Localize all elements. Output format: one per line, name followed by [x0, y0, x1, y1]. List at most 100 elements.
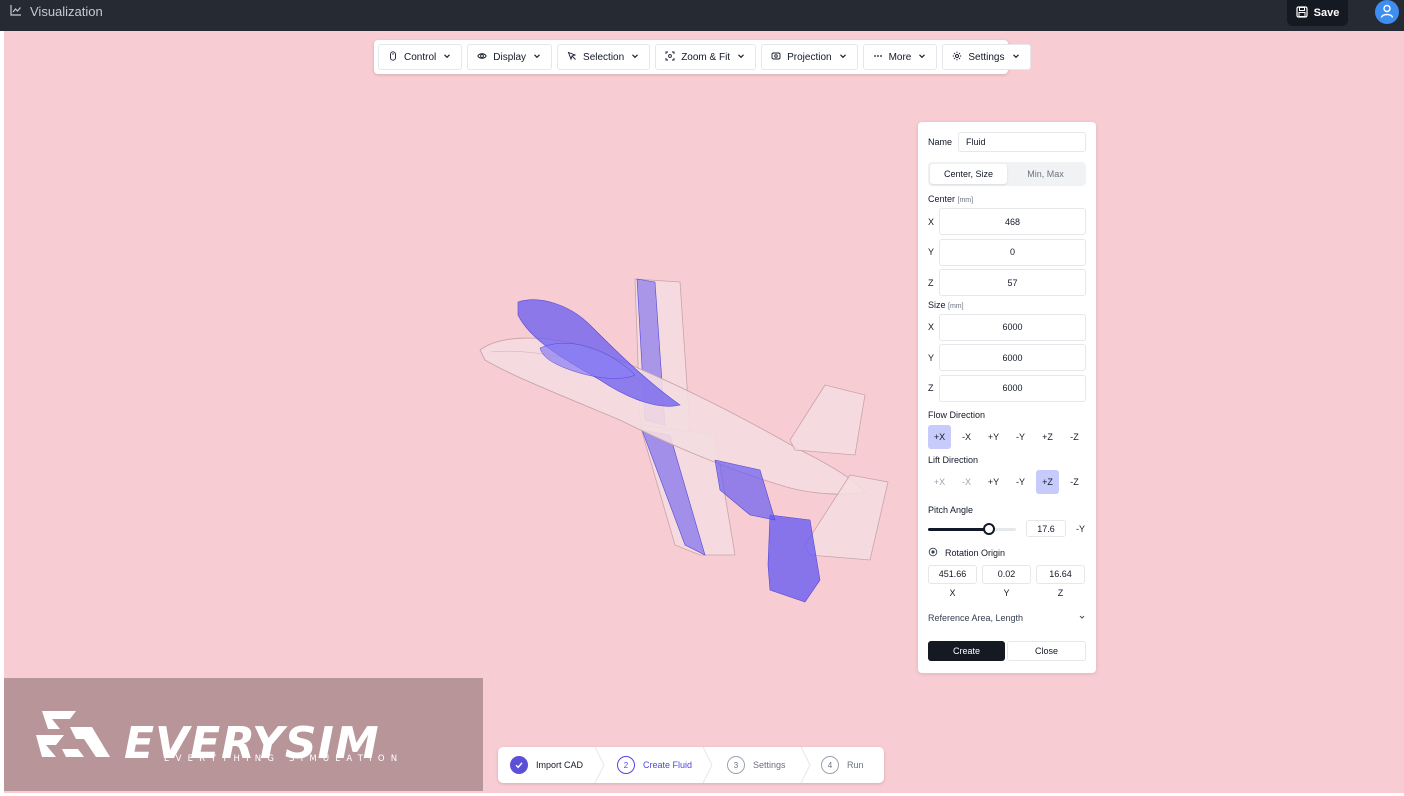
step-settings[interactable]: 3 Settings: [727, 747, 786, 783]
center-x-input[interactable]: 468: [939, 208, 1086, 235]
center-z-row: Z 57: [928, 269, 1086, 296]
flow-dir-minus-x[interactable]: -X: [955, 425, 978, 449]
lift-dir-minus-z[interactable]: -Z: [1063, 470, 1086, 494]
save-button[interactable]: Save: [1287, 0, 1348, 26]
save-label: Save: [1313, 7, 1340, 19]
view-toolbar: Control Display Selection Zoom & Fit Pro…: [374, 40, 1031, 74]
name-row: Name Fluid: [928, 132, 1086, 152]
flow-dir-minus-z[interactable]: -Z: [1063, 425, 1086, 449]
lift-dir-minus-y[interactable]: -Y: [1009, 470, 1032, 494]
close-button[interactable]: Close: [1007, 640, 1086, 661]
eye-icon: [477, 51, 487, 64]
step-create-fluid-label: Create Fluid: [643, 760, 693, 770]
selection-menu-button[interactable]: Selection: [557, 44, 651, 70]
step-create-fluid-number: 2: [617, 756, 635, 774]
center-x-label: X: [928, 216, 935, 227]
flow-dir-plus-z[interactable]: +Z: [1036, 425, 1059, 449]
selection-label: Selection: [583, 51, 625, 63]
pitch-angle-row: 17.6 -Y: [928, 519, 1086, 539]
lift-dir-minus-x: -X: [962, 476, 971, 487]
lift-dir-plus-y[interactable]: +Y: [982, 470, 1005, 494]
center-y-input[interactable]: 0: [939, 238, 1086, 266]
lift-dir-plus-z[interactable]: +Z: [1036, 469, 1059, 494]
projection-menu-button[interactable]: Projection: [761, 44, 858, 70]
pitch-slider[interactable]: [928, 522, 1016, 535]
name-input[interactable]: Fluid: [958, 132, 1086, 152]
size-x-row: X 6000: [928, 313, 1086, 341]
flow-direction-label: Flow Direction: [928, 409, 986, 420]
size-y-label: Y: [928, 352, 935, 363]
center-heading: Center [mm]: [928, 194, 1086, 204]
rotation-origin-z: 16.64 Z: [1036, 564, 1085, 598]
everysim-logo-overlay: EVERYSIM EVERYTHING SIMULATION: [4, 678, 483, 791]
lift-dir-plus-x: +X: [933, 476, 946, 487]
display-menu-button[interactable]: Display: [467, 44, 553, 70]
more-label: More: [888, 51, 912, 63]
top-bar: Visualization Save: [0, 0, 1404, 31]
rotation-origin-x-input[interactable]: 451.66: [928, 564, 977, 584]
everysim-logo-mark: [36, 711, 110, 757]
flow-dir-minus-y[interactable]: -Y: [1009, 425, 1032, 449]
display-label: Display: [493, 51, 527, 63]
size-unit: [mm]: [948, 302, 964, 310]
pitch-angle-input[interactable]: 17.6: [1026, 520, 1066, 537]
more-menu-button[interactable]: More: [862, 44, 938, 70]
size-y-input[interactable]: 6000: [939, 344, 1086, 371]
user-avatar[interactable]: [1375, 0, 1399, 24]
chevron-down-icon: [630, 51, 640, 64]
step-run[interactable]: 4 Run: [821, 747, 864, 783]
rotation-origin-label: Rotation Origin: [945, 547, 1006, 558]
rotation-origin-heading: Rotation Origin: [928, 547, 1086, 559]
step-import-cad-label: Import CAD: [536, 760, 584, 770]
center-x-row: X 468: [928, 208, 1086, 235]
fluid-settings-panel: Name Fluid Center, Size Min, Max Center …: [918, 122, 1096, 673]
size-y-row: Y 6000: [928, 344, 1086, 371]
range-mode-tabs: Center, Size Min, Max: [928, 162, 1086, 186]
logo-tagline: EVERYTHING SIMULATION: [164, 754, 404, 764]
step-create-fluid[interactable]: 2 Create Fluid: [617, 747, 692, 783]
panel-actions: Create Close: [928, 640, 1086, 661]
chevron-down-icon: [736, 51, 746, 64]
save-icon: [1296, 5, 1308, 21]
step-settings-label: Settings: [753, 760, 786, 770]
target-icon: [928, 547, 938, 559]
projection-icon: [771, 51, 781, 64]
size-z-row: Z 6000: [928, 374, 1086, 402]
app-title-text: Visualization: [30, 3, 103, 19]
step-separator-icon: [702, 747, 713, 783]
mouse-icon: [388, 50, 398, 64]
settings-menu-button[interactable]: Settings: [942, 44, 1031, 70]
ellipsis-icon: [873, 51, 883, 64]
rotation-origin-y-label: Y: [1003, 587, 1010, 598]
reference-area-toggle[interactable]: Reference Area, Length: [928, 612, 1086, 624]
rotation-origin-z-input[interactable]: 16.64: [1036, 564, 1085, 584]
size-heading: Size [mm]: [928, 300, 1086, 310]
lift-direction-label: Lift Direction: [928, 454, 979, 465]
pitch-slider-thumb[interactable]: [983, 522, 995, 535]
user-icon: [1379, 3, 1395, 22]
lift-direction-options: +X -X +Y -Y +Z -Z: [928, 469, 1086, 494]
chevron-down-icon: [838, 51, 848, 64]
tab-min-max[interactable]: Min, Max: [1007, 164, 1084, 184]
reference-area-label: Reference Area, Length: [928, 612, 1024, 623]
step-import-cad[interactable]: Import CAD: [510, 747, 583, 783]
step-settings-number: 3: [727, 756, 745, 774]
zoom-fit-menu-button[interactable]: Zoom & Fit: [655, 44, 757, 70]
chevron-down-icon: [1078, 613, 1086, 623]
check-icon: [510, 756, 528, 774]
size-z-label: Z: [928, 383, 934, 393]
size-z-input[interactable]: 6000: [939, 374, 1086, 402]
focus-icon: [665, 51, 675, 64]
flow-dir-plus-y[interactable]: +Y: [982, 425, 1005, 449]
create-button[interactable]: Create: [928, 640, 1005, 661]
flow-dir-plus-x[interactable]: +X: [928, 424, 951, 449]
control-menu-button[interactable]: Control: [378, 44, 463, 70]
tab-center-size[interactable]: Center, Size: [930, 164, 1007, 184]
size-x-input[interactable]: 6000: [939, 313, 1086, 341]
flow-direction-options: +X -X +Y -Y +Z -Z: [928, 424, 1086, 449]
rotation-origin-y-input[interactable]: 0.02: [982, 564, 1031, 584]
rotation-origin-x-label: X: [949, 587, 956, 598]
aircraft-model[interactable]: [470, 270, 900, 615]
center-z-input[interactable]: 57: [939, 269, 1086, 296]
rotation-origin-fields: 451.66 X 0.02 Y 16.64 Z: [928, 564, 1086, 598]
